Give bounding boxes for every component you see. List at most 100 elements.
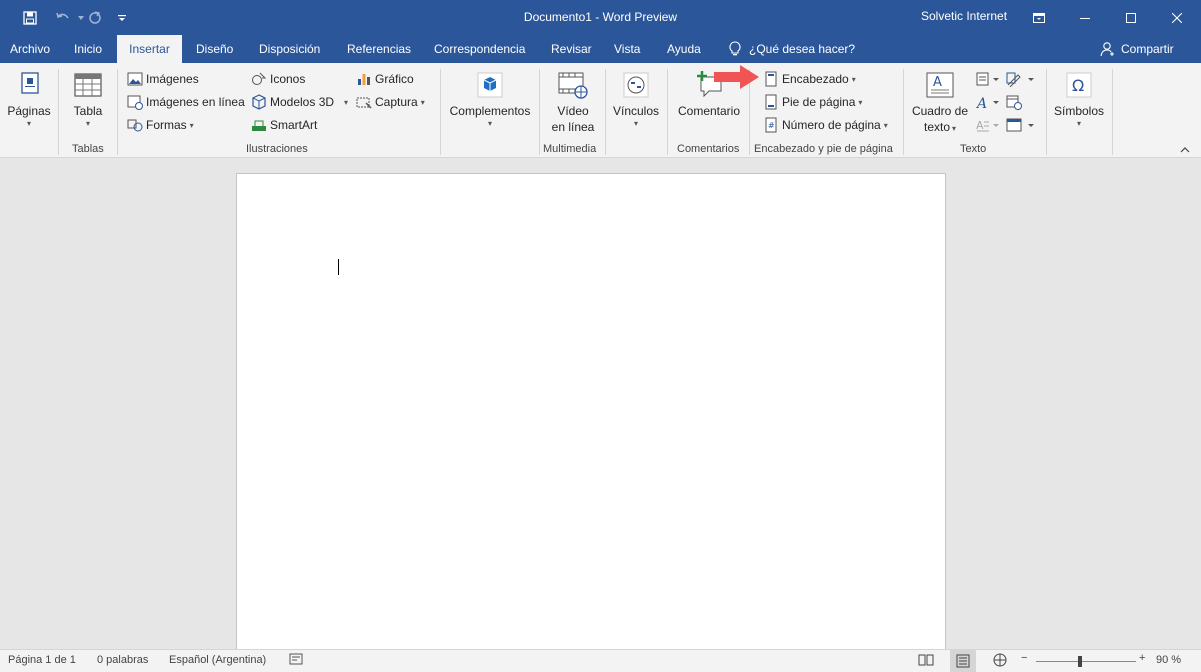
pages-icon: [13, 69, 45, 101]
link-icon: [620, 69, 652, 101]
page-count[interactable]: Página 1 de 1: [8, 654, 76, 666]
captura-button[interactable]: Captura ▾: [356, 92, 425, 112]
user-name[interactable]: Solvetic Internet: [921, 9, 1007, 23]
smartart-button[interactable]: SmartArt: [251, 115, 317, 135]
footer-icon: [763, 94, 779, 110]
icons-icon: [251, 71, 267, 87]
language[interactable]: Español (Argentina): [169, 654, 266, 666]
addins-icon: [474, 69, 506, 101]
group-multimedia: Multimedia: [543, 143, 597, 155]
iconos-button[interactable]: Iconos: [251, 69, 305, 89]
cuadro-de-texto-button[interactable]: A Cuadro de texto ▾: [908, 69, 972, 137]
tell-me-placeholder: ¿Qué desea hacer?: [749, 42, 856, 56]
modelos3d-button[interactable]: Modelos 3D ▾: [251, 92, 348, 112]
smartart-label: SmartArt: [270, 118, 318, 132]
signature-line-button[interactable]: [1006, 69, 1036, 89]
print-layout-icon[interactable]: [950, 650, 976, 672]
tab-inicio[interactable]: Inicio: [74, 35, 102, 63]
text-cursor: [338, 259, 339, 275]
cuadro-label-1: Cuadro de: [911, 104, 969, 118]
online-picture-icon: [127, 94, 143, 110]
date-time-button[interactable]: [1006, 92, 1022, 112]
maximize-icon[interactable]: [1108, 0, 1154, 35]
tab-insertar[interactable]: Insertar: [117, 35, 182, 64]
imagenes-linea-label: Imágenes en línea: [146, 95, 245, 109]
minimize-icon[interactable]: [1062, 0, 1108, 35]
complementos-button[interactable]: Complementos ▾: [446, 69, 534, 128]
zoom-in-button[interactable]: +: [1139, 652, 1145, 664]
complementos-label: Complementos: [449, 104, 531, 118]
pie-de-pagina-button[interactable]: Pie de página ▾: [763, 92, 862, 112]
quick-parts-button[interactable]: [975, 69, 1001, 89]
omega-icon: Ω: [1063, 69, 1095, 101]
imagenes-linea-button[interactable]: Imágenes en línea: [127, 92, 245, 112]
numero-de-pagina-button[interactable]: # Número de página ▾: [763, 115, 888, 135]
formas-button[interactable]: Formas ▾: [127, 115, 194, 135]
close-icon[interactable]: [1154, 0, 1200, 35]
wordart-button[interactable]: A: [975, 92, 1001, 112]
read-mode-icon[interactable]: [918, 653, 934, 670]
zoom-level[interactable]: 90 %: [1156, 654, 1181, 666]
paginas-label: Páginas: [7, 104, 51, 118]
svg-text:A: A: [976, 119, 984, 132]
group-comentarios: Comentarios: [677, 143, 740, 155]
tab-disposicion[interactable]: Disposición: [259, 35, 320, 63]
tab-referencias[interactable]: Referencias: [347, 35, 411, 63]
video-label-2: en línea: [551, 120, 595, 134]
vinculos-button[interactable]: Vínculos ▾: [610, 69, 662, 128]
zoom-slider-thumb[interactable]: [1078, 656, 1082, 667]
group-encabezado-pie: Encabezado y pie de página: [754, 143, 893, 155]
status-bar: Página 1 de 1 0 palabras Español (Argent…: [0, 649, 1201, 672]
numero-label: Número de página: [782, 118, 881, 132]
group-texto: Texto: [960, 143, 987, 155]
paginas-button[interactable]: Páginas ▾: [6, 69, 52, 128]
tab-archivo[interactable]: Archivo: [10, 35, 50, 63]
svg-text:Ω: Ω: [1072, 76, 1084, 95]
video-en-linea-button[interactable]: Vídeo en línea: [546, 69, 600, 135]
shapes-icon: [127, 117, 143, 133]
word-count[interactable]: 0 palabras: [97, 654, 148, 666]
tab-vista[interactable]: Vista: [614, 35, 640, 63]
tell-me-search[interactable]: ¿Qué desea hacer?: [729, 35, 855, 63]
tab-revisar[interactable]: Revisar: [551, 35, 592, 63]
share-button[interactable]: Compartir: [1100, 35, 1174, 63]
drop-cap-button[interactable]: A: [975, 115, 1001, 135]
simbolos-button[interactable]: Ω Símbolos ▾: [1051, 69, 1107, 128]
chart-icon: [356, 71, 372, 87]
encabezado-button[interactable]: Encabezado ▾: [763, 69, 856, 89]
tab-ayuda[interactable]: Ayuda: [667, 35, 701, 63]
title-bar: Documento1 - Word Preview Solvetic Inter…: [0, 0, 1201, 35]
svg-text:A: A: [975, 96, 987, 110]
collapse-ribbon-icon[interactable]: [1180, 143, 1190, 157]
zoom-out-button[interactable]: −: [1021, 652, 1027, 664]
captura-label: Captura: [375, 95, 418, 109]
simbolos-label: Símbolos: [1053, 104, 1105, 118]
svg-text:A: A: [933, 75, 942, 90]
ribbon-insertar: Páginas ▾ Tabla ▾ Tablas Imágenes Imágen…: [0, 63, 1201, 158]
grafico-button[interactable]: Gráfico: [356, 69, 414, 89]
tabla-label: Tabla: [73, 104, 103, 118]
comentario-label: Comentario: [677, 104, 741, 118]
ribbon-display-options-icon[interactable]: [1016, 0, 1062, 35]
tab-correspondencia[interactable]: Correspondencia: [434, 35, 525, 63]
group-tablas: Tablas: [72, 143, 104, 155]
tabla-button[interactable]: Tabla ▾: [66, 69, 110, 128]
tab-diseno[interactable]: Diseño: [196, 35, 233, 63]
modelos3d-label: Modelos 3D: [270, 95, 335, 109]
web-layout-icon[interactable]: [992, 653, 1008, 670]
header-icon: [763, 71, 779, 87]
text-box-icon: A: [924, 69, 956, 101]
document-page[interactable]: [236, 173, 946, 653]
object-button[interactable]: [1006, 115, 1036, 135]
imagenes-button[interactable]: Imágenes: [127, 69, 199, 89]
screenshot-icon: [356, 94, 372, 110]
cuadro-label-2: texto: [923, 120, 950, 134]
zoom-slider[interactable]: [1036, 661, 1136, 662]
vinculos-label: Vínculos: [612, 104, 660, 118]
grafico-label: Gráfico: [375, 72, 414, 86]
video-label-1: Vídeo: [557, 104, 589, 118]
group-ilustraciones: Ilustraciones: [246, 143, 308, 155]
proofing-icon[interactable]: [289, 653, 303, 670]
svg-text:#: #: [768, 121, 775, 130]
document-canvas[interactable]: [0, 158, 1201, 653]
